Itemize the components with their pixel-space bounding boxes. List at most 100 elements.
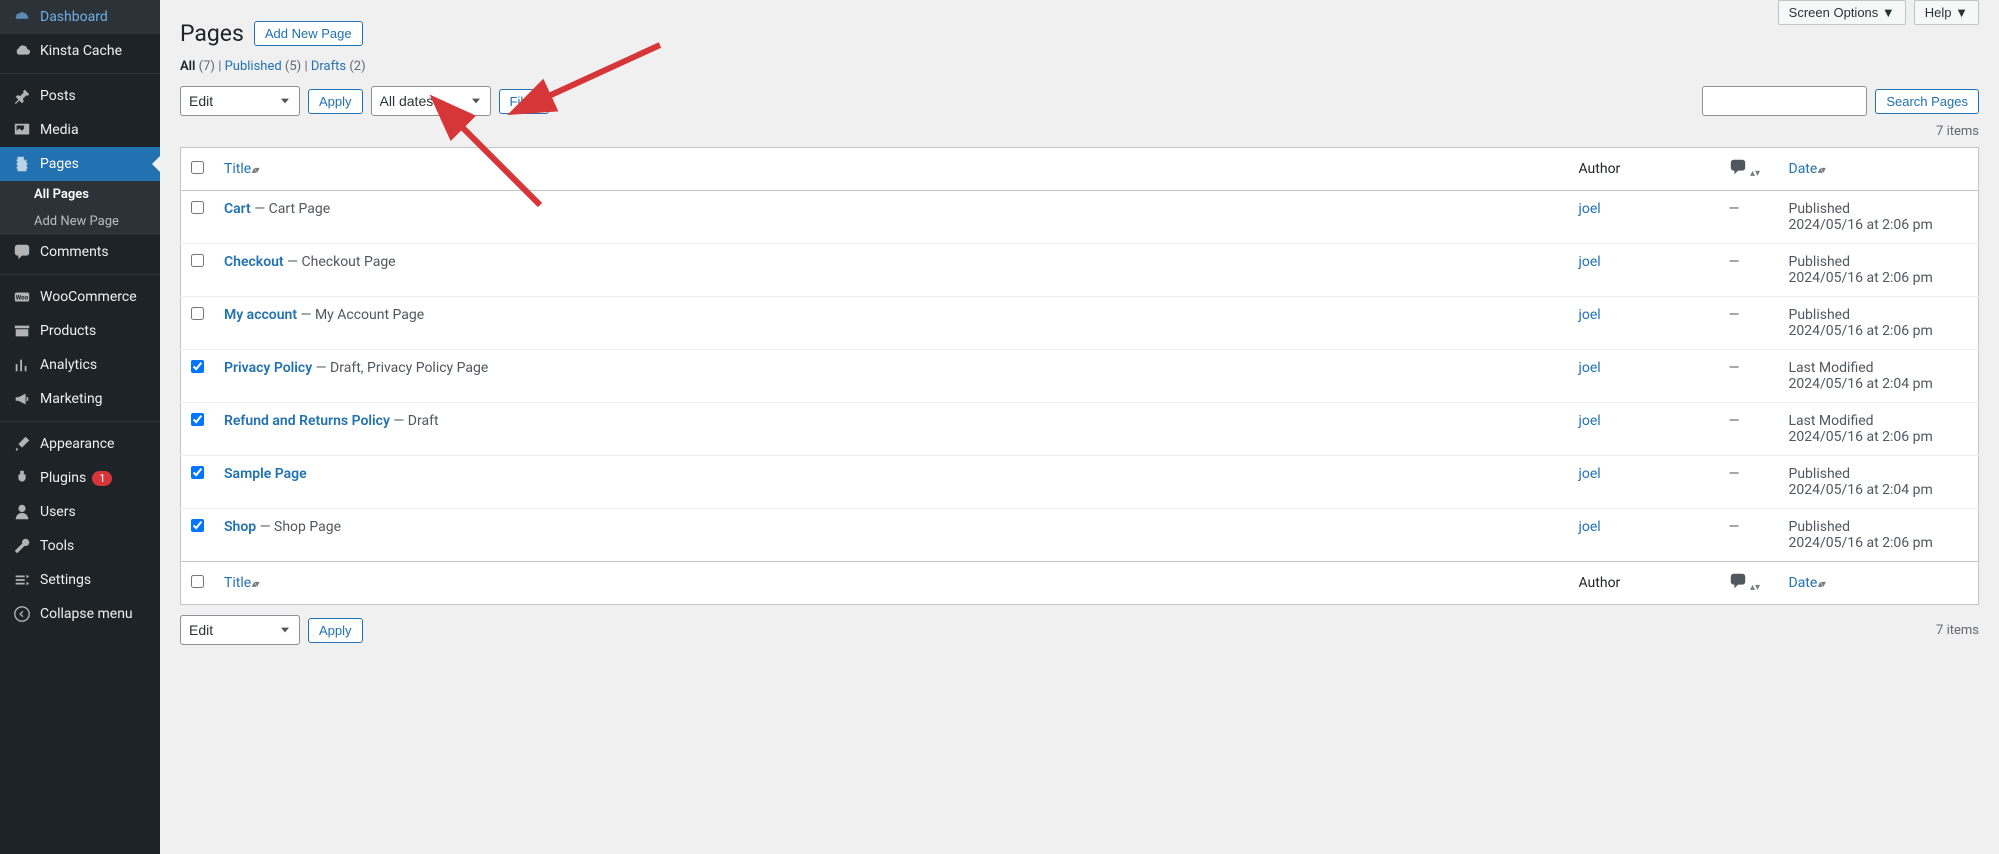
comment-count: — — [1729, 413, 1740, 429]
sidebar-item-dashboard[interactable]: Dashboard — [0, 0, 160, 34]
page-title-link[interactable]: Sample Page — [224, 466, 307, 482]
chart-icon — [12, 356, 32, 374]
dashboard-icon — [12, 8, 32, 26]
submenu-item-all-pages[interactable]: All Pages — [0, 181, 160, 208]
page-title-suffix: — Checkout Page — [284, 254, 396, 270]
pages-table: Title Author ▴▾ Date Cart — Cart Pagejoe… — [180, 147, 1979, 605]
comment-count: — — [1729, 254, 1740, 270]
page-title-link[interactable]: Checkout — [224, 254, 284, 270]
items-count-top: 7 items — [1936, 124, 1979, 139]
sidebar-item-label: Appearance — [40, 436, 114, 452]
row-checkbox[interactable] — [191, 466, 204, 479]
submenu-item-add-new-page[interactable]: Add New Page — [0, 208, 160, 235]
date-status: Published — [1789, 201, 1969, 217]
search-input[interactable] — [1702, 86, 1867, 116]
date-filter-select[interactable]: All dates — [371, 86, 491, 116]
sidebar-item-products[interactable]: Products — [0, 314, 160, 348]
column-title-sort[interactable]: Title — [224, 161, 258, 177]
view-filter-all[interactable]: All (7) — [180, 59, 215, 74]
date-status: Published — [1789, 307, 1969, 323]
filter-button[interactable]: Filter — [499, 89, 550, 114]
author-link[interactable]: joel — [1579, 307, 1601, 323]
sidebar-item-media[interactable]: Media — [0, 113, 160, 147]
page-title-link[interactable]: Privacy Policy — [224, 360, 312, 376]
comment-count: — — [1729, 360, 1740, 376]
sidebar-item-tools[interactable]: Tools — [0, 529, 160, 563]
comment-count: — — [1729, 519, 1740, 535]
date-value: 2024/05/16 at 2:06 pm — [1789, 429, 1969, 445]
date-value: 2024/05/16 at 2:04 pm — [1789, 376, 1969, 392]
date-status: Last Modified — [1789, 360, 1969, 376]
sidebar-item-plugins[interactable]: Plugins1 — [0, 461, 160, 495]
add-new-page-button[interactable]: Add New Page — [254, 21, 363, 46]
woo-icon: Woo — [12, 288, 32, 306]
sidebar-item-analytics[interactable]: Analytics — [0, 348, 160, 382]
row-checkbox[interactable] — [191, 360, 204, 373]
page-title-link[interactable]: My account — [224, 307, 297, 323]
view-filter-drafts[interactable]: Drafts (2) — [311, 59, 366, 74]
bulk-action-select[interactable]: Edit — [180, 86, 300, 116]
submenu: All PagesAdd New Page — [0, 181, 160, 235]
author-link[interactable]: joel — [1579, 201, 1601, 217]
sidebar-item-label: Dashboard — [40, 9, 108, 25]
search-button[interactable]: Search Pages — [1875, 89, 1979, 114]
author-link[interactable]: joel — [1579, 466, 1601, 482]
table-row: My account — My Account Pagejoel—Publish… — [181, 297, 1979, 350]
select-all-bottom[interactable] — [191, 575, 204, 588]
comment-count: — — [1729, 307, 1740, 323]
sidebar-item-label: Tools — [40, 538, 74, 554]
table-row: Shop — Shop Pagejoel—Published2024/05/16… — [181, 509, 1979, 562]
bulk-action-select-bottom[interactable]: Edit — [180, 615, 300, 645]
menu-separator — [0, 73, 160, 74]
table-row: Checkout — Checkout Pagejoel—Published20… — [181, 244, 1979, 297]
update-badge: 1 — [92, 471, 112, 486]
sidebar-item-label: Collapse menu — [40, 606, 133, 622]
sidebar-item-posts[interactable]: Posts — [0, 79, 160, 113]
pin-icon — [12, 87, 32, 105]
column-comments-footer[interactable]: ▴▾ — [1719, 562, 1779, 605]
brush-icon — [12, 435, 32, 453]
sidebar-item-appearance[interactable]: Appearance — [0, 427, 160, 461]
row-checkbox[interactable] — [191, 201, 204, 214]
sidebar-item-marketing[interactable]: Marketing — [0, 382, 160, 416]
sidebar-item-collapse-menu[interactable]: Collapse menu — [0, 597, 160, 631]
megaphone-icon — [12, 390, 32, 408]
sidebar-item-settings[interactable]: Settings — [0, 563, 160, 597]
row-checkbox[interactable] — [191, 307, 204, 320]
author-link[interactable]: joel — [1579, 519, 1601, 535]
column-title-sort-footer[interactable]: Title — [224, 575, 258, 591]
sidebar-item-label: Kinsta Cache — [40, 43, 122, 59]
sidebar-item-label: Analytics — [40, 357, 97, 373]
comment-icon — [12, 243, 32, 261]
sidebar-item-kinsta-cache[interactable]: Kinsta Cache — [0, 34, 160, 68]
view-filter-published[interactable]: Published (5) — [225, 59, 302, 74]
row-checkbox[interactable] — [191, 413, 204, 426]
help-button[interactable]: Help ▼ — [1914, 0, 1979, 25]
column-date-sort[interactable]: Date — [1789, 161, 1824, 177]
bulk-apply-button[interactable]: Apply — [308, 89, 363, 114]
date-status: Published — [1789, 519, 1969, 535]
sidebar-item-pages[interactable]: Pages — [0, 147, 160, 181]
menu-separator — [0, 274, 160, 275]
wrench-icon — [12, 537, 32, 555]
select-all-top[interactable] — [191, 161, 204, 174]
sidebar-item-comments[interactable]: Comments — [0, 235, 160, 269]
column-comments[interactable]: ▴▾ — [1719, 148, 1779, 191]
author-link[interactable]: joel — [1579, 360, 1601, 376]
screen-options-button[interactable]: Screen Options ▼ — [1778, 0, 1906, 25]
date-status: Last Modified — [1789, 413, 1969, 429]
page-title-link[interactable]: Cart — [224, 201, 251, 217]
items-count-bottom: 7 items — [1936, 623, 1979, 638]
sidebar-item-woocommerce[interactable]: WooWooCommerce — [0, 280, 160, 314]
sidebar-item-label: Pages — [40, 156, 79, 172]
page-title-suffix: — Draft — [390, 413, 439, 429]
page-title-link[interactable]: Shop — [224, 519, 256, 535]
author-link[interactable]: joel — [1579, 413, 1601, 429]
bulk-apply-button-bottom[interactable]: Apply — [308, 618, 363, 643]
sidebar-item-users[interactable]: Users — [0, 495, 160, 529]
row-checkbox[interactable] — [191, 519, 204, 532]
row-checkbox[interactable] — [191, 254, 204, 267]
page-title-link[interactable]: Refund and Returns Policy — [224, 413, 390, 429]
author-link[interactable]: joel — [1579, 254, 1601, 270]
column-date-sort-footer[interactable]: Date — [1789, 575, 1824, 591]
